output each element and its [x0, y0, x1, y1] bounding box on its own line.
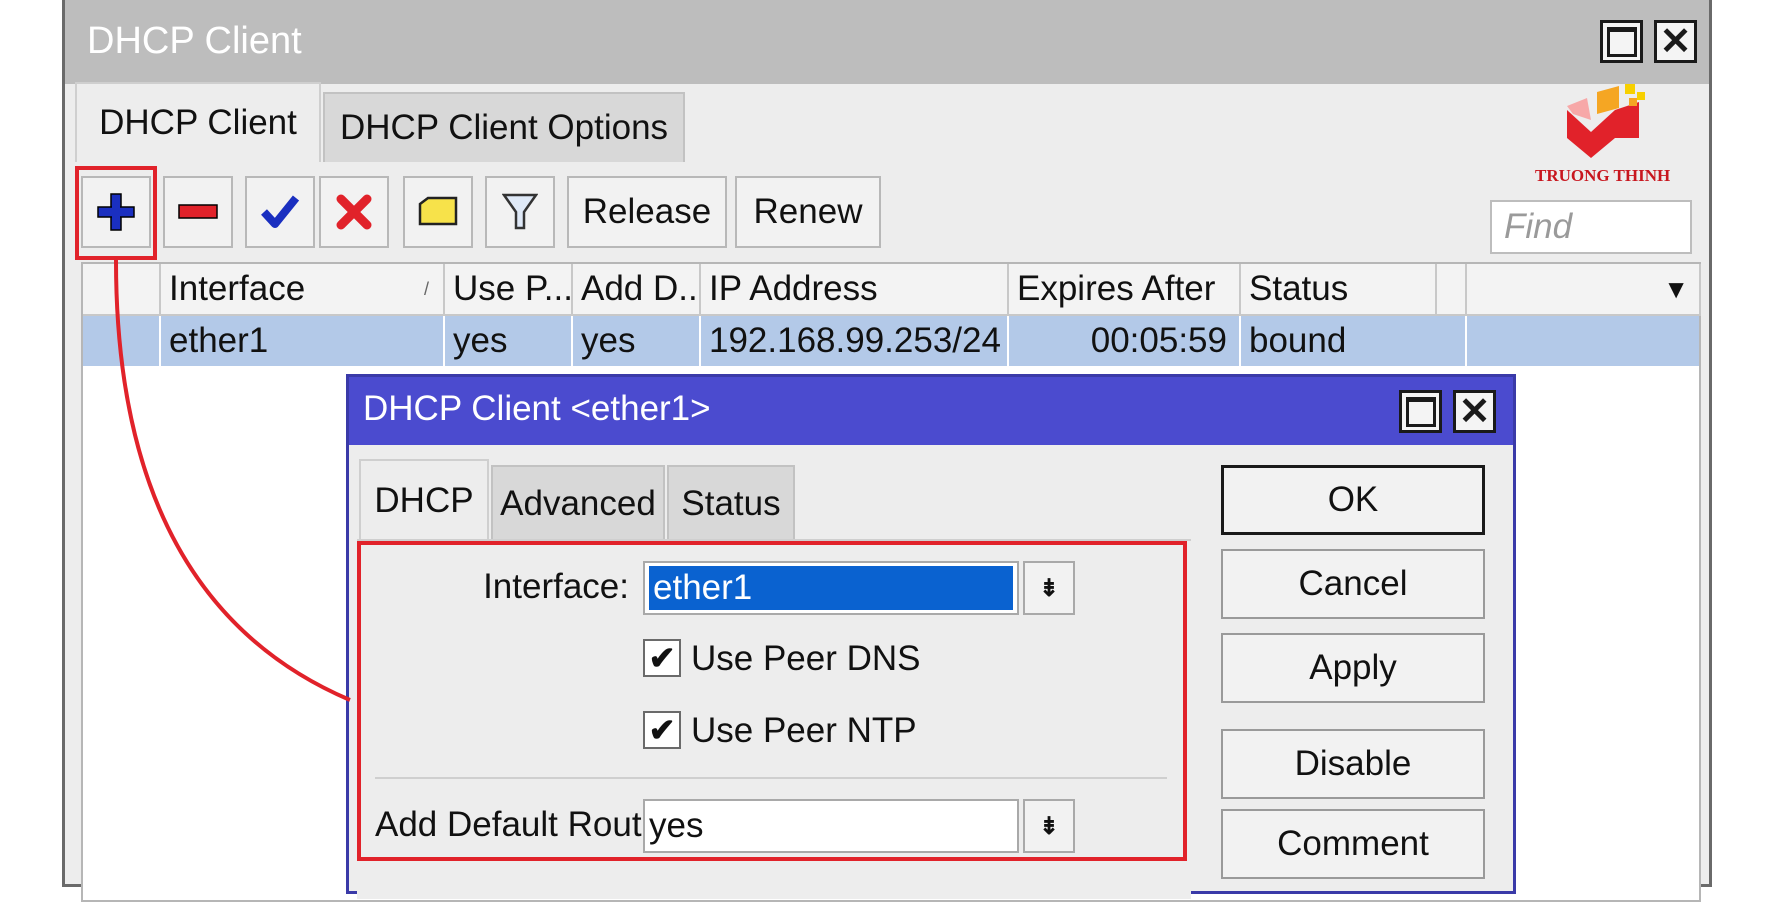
tab-dhcp-client-options[interactable]: DHCP Client Options: [323, 92, 685, 162]
apply-button[interactable]: Apply: [1221, 633, 1485, 703]
disable-button[interactable]: Disable: [1221, 729, 1485, 799]
cancel-button[interactable]: Cancel: [1221, 549, 1485, 619]
renew-button[interactable]: Renew: [735, 176, 881, 248]
column-header-expires-after[interactable]: Expires After: [1009, 264, 1241, 316]
column-header-status[interactable]: Status: [1241, 264, 1437, 316]
filter-button[interactable]: [485, 176, 555, 248]
brand-logo: TRUONG THINH: [1535, 80, 1679, 190]
dialog-titlebar: DHCP Client <ether1> ✕: [349, 377, 1513, 445]
brand-logo-text: TRUONG THINH: [1535, 166, 1671, 185]
add-button-highlight: [75, 166, 157, 260]
table-cell-add-default: yes: [573, 316, 701, 366]
dialog-tab-advanced[interactable]: Advanced: [491, 465, 665, 541]
window-titlebar: DHCP Client ✕: [65, 0, 1709, 84]
table-cell-rest: [1467, 316, 1699, 366]
table-cell-flag: [83, 316, 161, 366]
table-cell-expires-after: 00:05:59: [1009, 316, 1241, 366]
maximize-button[interactable]: [1600, 20, 1643, 63]
minus-icon: [178, 204, 218, 219]
ok-button[interactable]: OK: [1221, 465, 1485, 535]
cross-icon: [336, 194, 372, 230]
column-header-spacer: [1437, 264, 1467, 316]
dialog-title: DHCP Client <ether1>: [363, 389, 711, 428]
find-input[interactable]: Find: [1490, 200, 1692, 254]
disable-button[interactable]: [319, 176, 389, 248]
form-highlight: [357, 541, 1187, 861]
column-header-add-default[interactable]: Add D...: [573, 264, 701, 316]
column-header-ip-address[interactable]: IP Address: [701, 264, 1009, 316]
dialog-close-button[interactable]: ✕: [1453, 390, 1496, 433]
checkmark-icon: [261, 195, 300, 228]
window-title: DHCP Client: [87, 20, 302, 62]
column-header-use-peer[interactable]: Use P...: [445, 264, 573, 316]
column-chooser-button[interactable]: ▼: [1467, 264, 1701, 316]
comment-icon: [418, 196, 458, 226]
column-header-blank: [83, 264, 161, 316]
comment-button[interactable]: Comment: [1221, 809, 1485, 879]
maximize-icon: [1606, 26, 1637, 57]
table-cell-use-peer: yes: [445, 316, 573, 366]
sort-indicator-icon: /: [423, 278, 429, 299]
release-button[interactable]: Release: [567, 176, 727, 248]
dialog-maximize-button[interactable]: [1399, 390, 1442, 433]
tab-dhcp-client[interactable]: DHCP Client: [75, 82, 321, 162]
filter-icon: [502, 193, 538, 230]
dialog-tab-status[interactable]: Status: [667, 465, 795, 541]
column-header-interface[interactable]: Interface /: [161, 264, 445, 316]
table-cell-ip-address: 192.168.99.253/24: [701, 316, 1009, 366]
table-cell-interface: ether1: [161, 316, 445, 366]
close-button[interactable]: ✕: [1654, 20, 1697, 63]
close-icon: ✕: [1458, 390, 1491, 433]
table-cell-status: bound: [1241, 316, 1467, 366]
brand-logo-mark: [1567, 84, 1645, 158]
table-row[interactable]: ether1 yes yes 192.168.99.253/24 00:05:5…: [83, 316, 1699, 366]
remove-button[interactable]: [163, 176, 233, 248]
dialog-tab-dhcp[interactable]: DHCP: [359, 459, 489, 541]
chevron-down-icon: ▼: [1663, 274, 1689, 304]
dhcp-client-dialog: DHCP Client <ether1> ✕ DHCP Advanced Sta…: [346, 374, 1516, 899]
close-icon: ✕: [1659, 20, 1692, 63]
maximize-icon: [1405, 396, 1436, 427]
comment-button[interactable]: [403, 176, 473, 248]
enable-button[interactable]: [245, 176, 315, 248]
